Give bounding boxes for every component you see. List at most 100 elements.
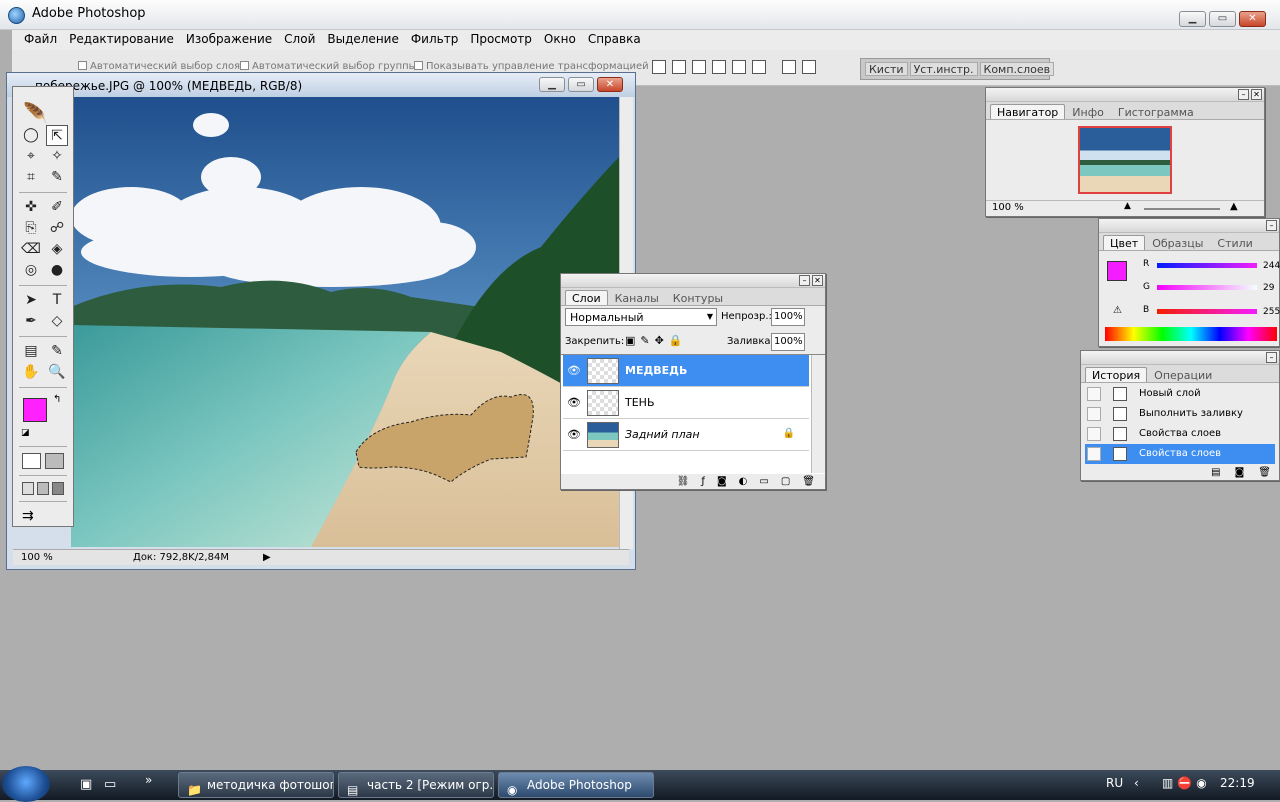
menu-filter[interactable]: Фильтр [405, 30, 464, 50]
image-canvas[interactable] [71, 97, 619, 547]
panel-minimize-icon[interactable]: – [1266, 220, 1277, 231]
quick-mask-icon[interactable] [45, 453, 64, 469]
minimize-button[interactable]: ▁ [1179, 11, 1206, 27]
checkbox-icon[interactable] [240, 61, 249, 70]
new-document-from-state-icon[interactable]: ▤ [1211, 467, 1220, 478]
shape-tool-icon[interactable]: ◇ [46, 311, 68, 332]
eye-icon[interactable]: 👁 [567, 428, 581, 441]
doc-maximize-button[interactable]: ▭ [568, 77, 594, 92]
tray-icons[interactable]: ▥⛔◉ [1162, 776, 1211, 790]
notes-tool-icon[interactable]: ▤ [20, 341, 42, 362]
history-brush-icon[interactable]: ☍ [46, 218, 68, 239]
menu-layer[interactable]: Слой [278, 30, 321, 50]
move-tool-icon[interactable]: ⇱ [46, 125, 68, 146]
doc-close-button[interactable]: ✕ [597, 77, 623, 92]
menu-view[interactable]: Просмотр [464, 30, 538, 50]
history-item-selected[interactable]: Свойства слоев [1085, 444, 1275, 464]
layer-mask-icon[interactable]: ◙ [717, 476, 727, 487]
hand-tool-icon[interactable]: ✋ [20, 362, 42, 383]
r-value[interactable]: 244 [1263, 261, 1280, 271]
language-indicator[interactable]: RU [1106, 776, 1123, 790]
align-right-icon[interactable] [752, 60, 766, 74]
align-left-icon[interactable] [712, 60, 726, 74]
palette-well-icon[interactable] [802, 60, 816, 74]
history-item[interactable]: Свойства слоев [1085, 424, 1275, 444]
g-value[interactable]: 29 [1263, 283, 1274, 293]
tab-info[interactable]: Инфо [1065, 104, 1111, 119]
path-select-tool-icon[interactable]: ➤ [20, 290, 42, 311]
taskbar-item-folder[interactable]: 📁 методичка фотошоп [178, 772, 334, 798]
blur-tool-icon[interactable]: ◎ [20, 260, 42, 281]
tab-layers[interactable]: Слои [565, 290, 608, 305]
menu-file[interactable]: Файл [18, 30, 63, 50]
color-ramp[interactable] [1105, 327, 1277, 341]
screen-mode-full-menu-icon[interactable] [37, 482, 49, 495]
fill-input[interactable]: 100% [771, 333, 805, 351]
align-hcenter-icon[interactable] [732, 60, 746, 74]
lock-icons[interactable]: ▣✎✥🔒 [625, 334, 688, 347]
screen-mode-full-icon[interactable] [52, 482, 64, 495]
panel-close-icon[interactable]: ✕ [1251, 89, 1262, 100]
screen-mode-standard-icon[interactable] [22, 482, 34, 495]
tab-navigator[interactable]: Навигатор [990, 104, 1066, 119]
well-tab-layer-comps[interactable]: Комп.слоев [979, 62, 1055, 76]
delete-layer-icon[interactable]: 🗑 [802, 476, 815, 487]
standard-mode-icon[interactable] [22, 453, 41, 469]
quick-launch-icon[interactable]: ▭ [104, 777, 116, 792]
checkbox-icon[interactable] [414, 61, 423, 70]
default-colors-icon[interactable]: ◪ [21, 428, 30, 438]
layer-row-shadow[interactable]: 👁 ТЕНЬ [563, 387, 809, 419]
brush-tool-icon[interactable]: ✐ [46, 197, 68, 218]
status-menu-arrow-icon[interactable]: ▶ [263, 552, 271, 563]
clock[interactable]: 22:19 [1220, 776, 1255, 790]
taskbar-item-photoshop[interactable]: ◉ Adobe Photoshop [498, 772, 654, 798]
navigator-zoom[interactable]: 100 % [992, 202, 1024, 213]
layer-row-bear[interactable]: 👁 МЕДВЕДЬ [563, 355, 809, 387]
tab-styles[interactable]: Стили [1210, 235, 1259, 250]
zoom-tool-icon[interactable]: 🔍 [46, 362, 68, 383]
align-vcenter-icon[interactable] [672, 60, 686, 74]
checkbox-icon[interactable] [78, 61, 87, 70]
type-tool-icon[interactable]: T [46, 290, 68, 311]
dodge-tool-icon[interactable]: ● [46, 260, 68, 281]
marquee-tool-icon[interactable]: ◯ [20, 125, 42, 146]
eye-icon[interactable]: 👁 [567, 364, 581, 377]
close-button[interactable]: ✕ [1239, 11, 1266, 27]
layers-scrollbar[interactable] [811, 355, 825, 473]
zoom-in-icon[interactable]: ▲ [1230, 201, 1238, 212]
layer-style-icon[interactable]: ƒ [701, 476, 705, 487]
swap-colors-icon[interactable]: ↰ [53, 394, 61, 405]
panel-minimize-icon[interactable]: – [799, 275, 810, 286]
stamp-tool-icon[interactable]: ⎘ [20, 218, 42, 239]
eyedropper-tool-icon[interactable]: ✎ [46, 341, 68, 362]
tab-paths[interactable]: Контуры [666, 290, 730, 305]
zoom-slider[interactable] [1144, 208, 1220, 210]
foreground-color-swatch[interactable] [23, 398, 47, 422]
menu-image[interactable]: Изображение [180, 30, 278, 50]
opacity-input[interactable]: 100% [771, 308, 805, 326]
g-slider[interactable] [1157, 285, 1257, 290]
eye-icon[interactable]: 👁 [567, 396, 581, 409]
magic-wand-tool-icon[interactable]: ✧ [46, 146, 68, 167]
history-source-checkbox[interactable] [1087, 427, 1101, 441]
zoom-out-icon[interactable]: ▲ [1124, 201, 1131, 211]
align-bottom-icon[interactable] [692, 60, 706, 74]
eraser-tool-icon[interactable]: ⌫ [20, 239, 42, 260]
menu-edit[interactable]: Редактирование [63, 30, 180, 50]
start-button[interactable] [2, 766, 50, 802]
auto-select-layer-option[interactable]: Автоматический выбор слоя [78, 61, 240, 72]
distribute-icon[interactable] [782, 60, 796, 74]
history-source-checkbox[interactable] [1087, 387, 1101, 401]
layer-row-background[interactable]: 👁 Задний план 🔒 [563, 419, 809, 451]
tab-color[interactable]: Цвет [1103, 235, 1146, 250]
panel-close-icon[interactable]: ✕ [812, 275, 823, 286]
b-value[interactable]: 255 [1263, 307, 1280, 317]
panel-minimize-icon[interactable]: – [1238, 89, 1249, 100]
zoom-level[interactable]: 100 % [21, 552, 53, 563]
history-source-checkbox[interactable] [1087, 447, 1101, 461]
align-top-icon[interactable] [652, 60, 666, 74]
tray-expand-icon[interactable]: ‹ [1134, 776, 1139, 790]
well-tab-tool-presets[interactable]: Уст.инстр. [909, 62, 978, 76]
new-layer-icon[interactable]: ▢ [781, 476, 790, 487]
slice-tool-icon[interactable]: ✎ [46, 167, 68, 188]
